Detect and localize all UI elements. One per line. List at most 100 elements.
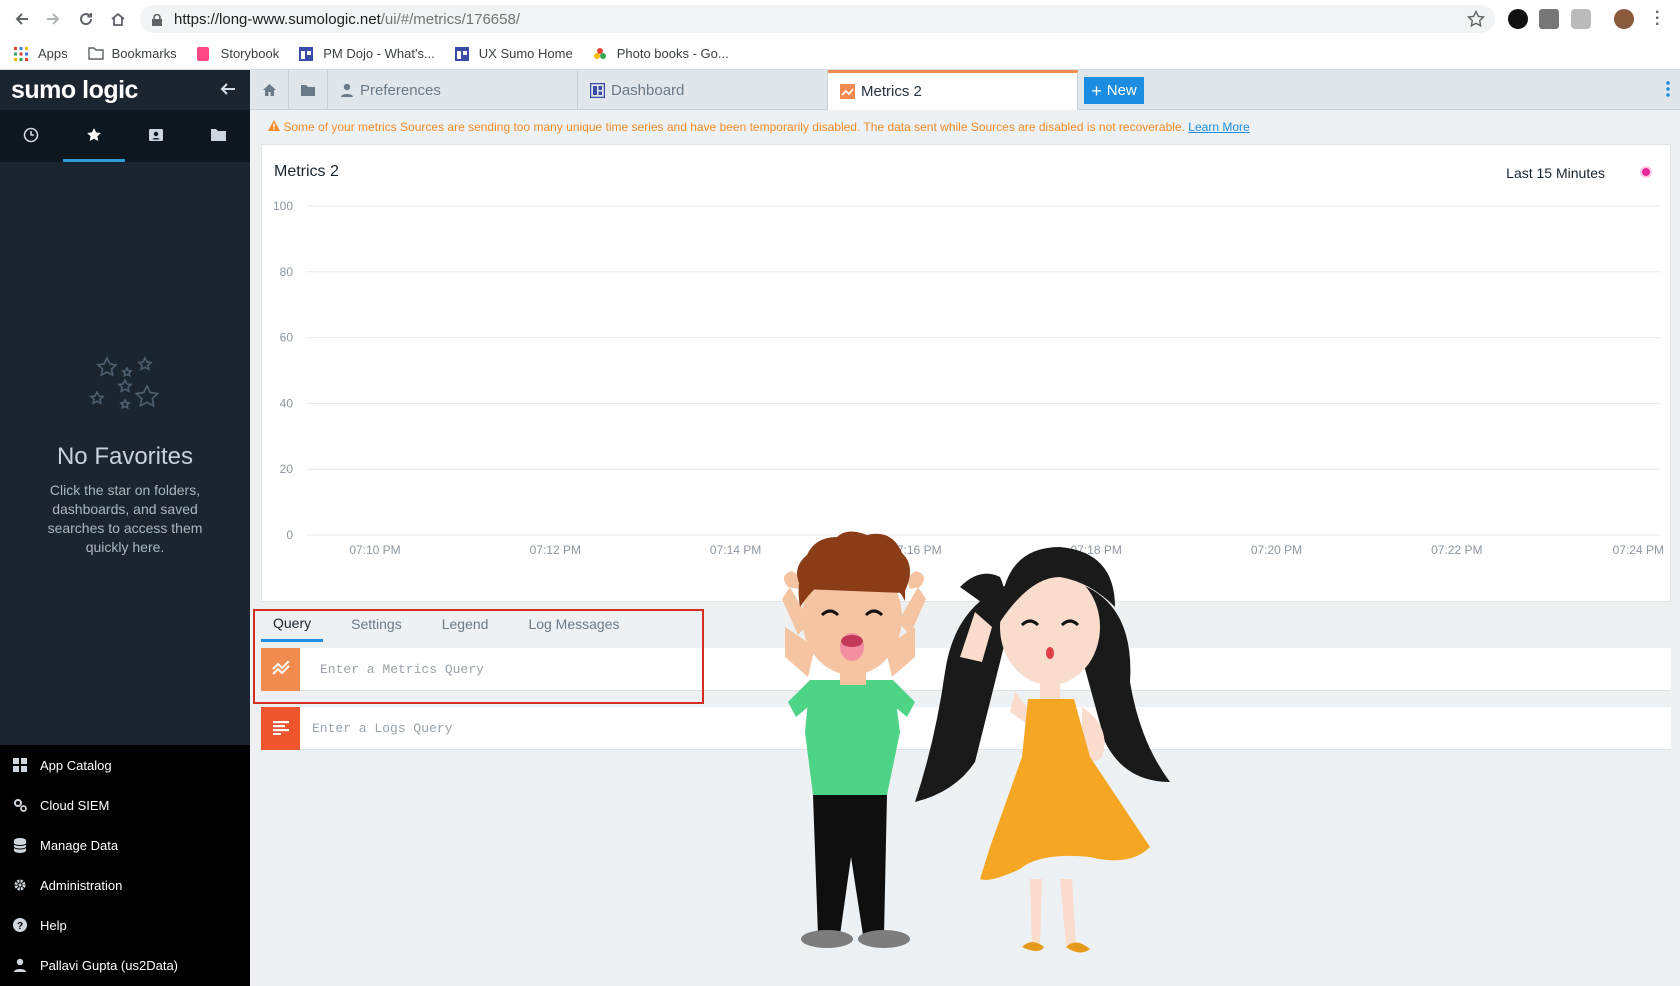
sidebar-item-label: App Catalog [40,757,112,773]
photos-icon [593,47,609,61]
sidebar: sumo logic No Favorites Click the star o… [0,70,250,986]
home-icon [262,84,276,96]
extension-icon[interactable] [1508,9,1528,29]
bookmark-label: Apps [38,46,68,61]
home-tab[interactable] [250,70,289,110]
sidebar-footer-nav: App Catalog Cloud SIEM Manage Data Admin… [0,745,250,986]
reload-icon[interactable] [73,6,99,32]
folder-icon [301,84,315,96]
apps-grid-icon [14,46,30,61]
sidebar-item-administration[interactable]: Administration [0,865,250,905]
database-icon [12,837,28,853]
sidebar-item-app-catalog[interactable]: App Catalog [0,745,250,785]
bookmark-ux-sumo-home[interactable]: UX Sumo Home [454,46,573,61]
library-tab[interactable] [289,70,328,110]
bookmark-label: PM Dojo - What's... [323,46,435,61]
y-tick-label: 100 [273,199,293,213]
metrics-icon [840,84,855,99]
url-path: /ui/#/metrics/176658/ [380,10,521,28]
boy-character [782,531,926,948]
more-options-icon[interactable] [1666,81,1670,102]
dashboard-icon [454,46,471,61]
tab-label: Metrics 2 [861,83,922,100]
folder-icon [87,46,104,61]
learn-more-link[interactable]: Learn More [1188,120,1249,134]
x-tick-label: 07:10 PM [349,543,400,557]
tab-dashboard[interactable]: Dashboard [578,70,828,110]
bookmark-pm-dojo[interactable]: PM Dojo - What's... [299,46,435,61]
bookmark-bookmarks[interactable]: Bookmarks [87,46,177,61]
logs-query-icon [261,706,300,750]
library-tab-folder-icon[interactable] [188,110,251,162]
no-favorites-empty-state: No Favorites Click the star on folders, … [0,350,250,557]
bookmark-label: Photo books - Go... [616,46,729,61]
personal-tab-folder-user-icon[interactable] [125,110,188,162]
lock-icon [152,13,162,26]
cloud-icon[interactable] [1571,9,1591,29]
live-indicator[interactable] [1640,166,1652,178]
bookmark-photo-books[interactable]: Photo books - Go... [593,46,729,61]
app-tab-bar: Preferences Dashboard Metrics 2 + New [250,70,1680,110]
user-icon [340,83,354,97]
gear-icon [12,877,28,893]
help-icon: ? [12,917,28,933]
new-tab-button[interactable]: + New [1084,77,1144,104]
sidebar-item-label: Help [40,917,67,933]
dashboard-icon [590,82,605,98]
y-tick-label: 60 [280,331,294,345]
address-bar[interactable]: https://long-www.sumologic.net/ui/#/metr… [140,5,1495,33]
sidebar-item-cloud-siem[interactable]: Cloud SIEM [0,785,250,825]
tab-label: Dashboard [611,81,685,99]
x-tick-label: 07:24 PM [1613,543,1664,557]
sidebar-item-label: Manage Data [40,837,119,853]
back-icon[interactable] [9,6,35,32]
forward-icon[interactable] [40,6,66,32]
time-range-selector[interactable]: Last 15 Minutes [1506,165,1605,181]
favorites-tab-star-icon[interactable] [62,110,125,162]
bookmark-storybook[interactable]: Storybook [196,46,280,61]
collapse-arrow-icon[interactable] [220,77,236,103]
bookmark-apps[interactable]: Apps [14,46,68,61]
avatar[interactable] [1614,9,1634,29]
cartoon-characters-illustration [782,531,1170,953]
menu-icon[interactable]: · · · [1655,5,1660,33]
browser-toolbar: https://long-www.sumologic.net/ui/#/metr… [0,0,1680,38]
sidebar-item-help[interactable]: ? Help [0,905,250,945]
svg-text:?: ? [17,921,23,932]
sidebar-item-label: Cloud SIEM [40,797,110,813]
metrics-warning-banner: Some of your metrics Sources are sending… [268,120,1250,134]
sidebar-item-label: Pallavi Gupta (us2Data) [40,957,179,973]
warning-icon [268,120,283,134]
y-tick-label: 0 [286,528,293,542]
x-tick-label: 07:22 PM [1431,543,1482,557]
x-tick-label: 07:20 PM [1251,543,1302,557]
sidebar-header: sumo logic [0,70,250,110]
panel-title: Metrics 2 [274,163,339,180]
no-favorites-text: Click the star on folders, dashboards, a… [47,482,203,555]
girl-character [915,547,1170,953]
sidebar-tabs [0,110,250,162]
bookmark-label: UX Sumo Home [478,46,573,61]
gears-icon [12,797,28,813]
star-icon[interactable] [1466,9,1486,32]
stars-icon [0,350,250,419]
sidebar-item-manage-data[interactable]: Manage Data [0,825,250,865]
query-highlight-annotation [253,609,704,704]
sumo-logic-logo: sumo logic [11,75,138,104]
url-host: https://long-www.sumologic.net [174,10,381,28]
extension-icon[interactable] [1539,9,1559,29]
x-tick-label: 07:14 PM [710,543,761,557]
new-button-label: New [1106,82,1137,99]
tab-metrics-2[interactable]: Metrics 2 [828,70,1078,110]
bookmarks-bar: Apps Bookmarks Storybook PM Dojo - What'… [0,38,1680,70]
recent-tab-clock-icon[interactable] [0,110,63,162]
x-tick-label: 07:12 PM [530,543,581,557]
sidebar-item-user[interactable]: Pallavi Gupta (us2Data) [0,945,250,985]
storybook-icon [196,46,213,61]
sidebar-item-label: Administration [40,877,123,893]
bookmark-label: Storybook [220,46,280,61]
tab-preferences[interactable]: Preferences [328,70,578,110]
y-tick-label: 80 [280,265,294,279]
user-icon [12,957,28,973]
home-icon[interactable] [105,6,131,32]
